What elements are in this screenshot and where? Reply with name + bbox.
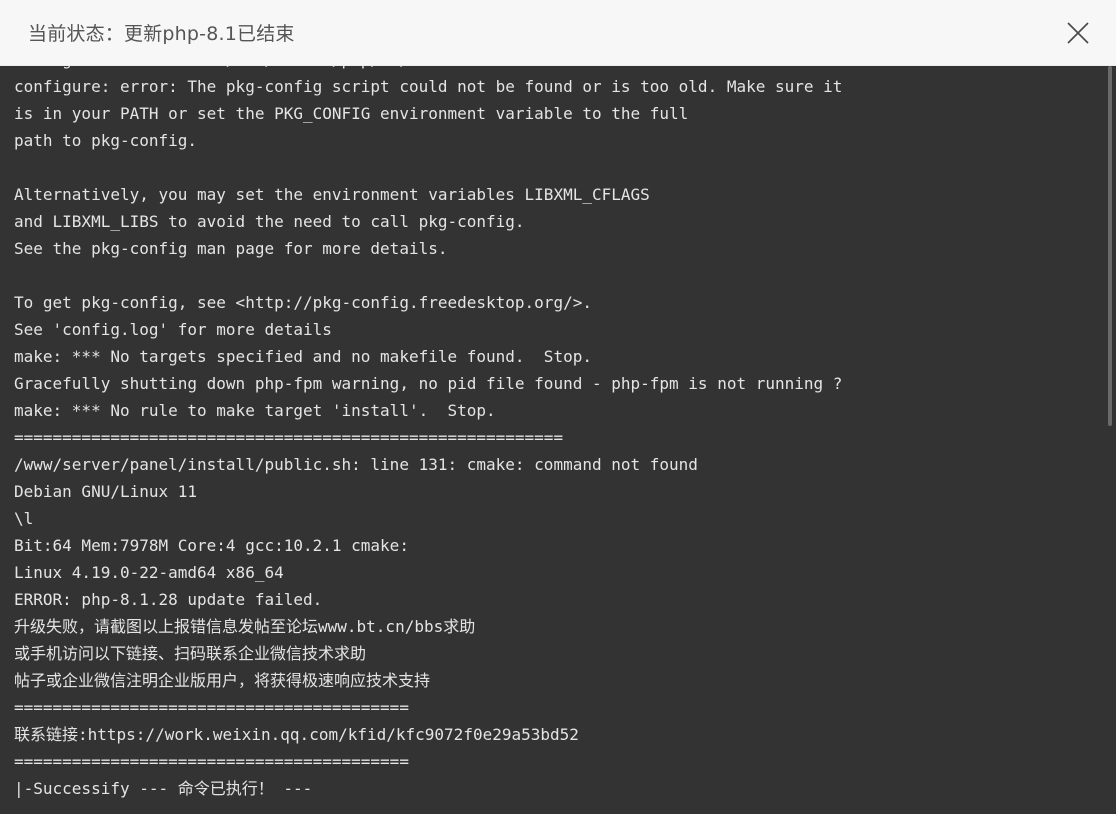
- dialog-header: 当前状态：更新php-8.1已结束: [0, 0, 1116, 66]
- close-icon: [1065, 20, 1091, 46]
- terminal-line: ========================================…: [14, 698, 409, 717]
- terminal-line: See the pkg-config man page for more det…: [14, 239, 448, 258]
- vertical-scrollbar-thumb[interactable]: [1108, 66, 1112, 426]
- terminal-line: 升级失败，请截图以上报错信息发帖至论坛www.bt.cn/bbs求助: [14, 617, 476, 636]
- terminal-line-list: configure: error: in `/www/server/php/81…: [0, 46, 1102, 802]
- close-button[interactable]: [1050, 0, 1106, 66]
- terminal-line: 帖子或企业微信注明企业版用户，将获得极速响应技术支持: [14, 671, 431, 690]
- terminal-line: \l: [14, 509, 34, 528]
- terminal-line: Linux 4.19.0-22-amd64 x86_64: [14, 563, 284, 582]
- terminal-line: 或手机访问以下链接、扫码联系企业微信技术求助: [14, 644, 367, 663]
- vertical-scrollbar-track[interactable]: [1102, 66, 1116, 814]
- terminal-line: To get pkg-config, see <http://pkg-confi…: [14, 293, 592, 312]
- terminal-line: path to pkg-config.: [14, 131, 198, 150]
- terminal-line: ERROR: php-8.1.28 update failed.: [14, 590, 323, 609]
- terminal-line: /www/server/panel/install/public.sh: lin…: [14, 455, 698, 474]
- terminal-line: 联系链接:https://work.weixin.qq.com/kfid/kfc…: [14, 725, 579, 744]
- terminal-line: make: *** No targets specified and no ma…: [14, 347, 592, 366]
- dialog-title: 当前状态：更新php-8.1已结束: [28, 23, 295, 45]
- terminal-line: Bit:64 Mem:7978M Core:4 gcc:10.2.1 cmake…: [14, 536, 409, 555]
- terminal-line: Alternatively, you may set the environme…: [14, 185, 650, 204]
- terminal-line: make: *** No rule to make target 'instal…: [14, 401, 496, 420]
- terminal-line: and LIBXML_LIBS to avoid the need to cal…: [14, 212, 525, 231]
- terminal-line: configure: error: The pkg-config script …: [14, 77, 843, 96]
- terminal-line: Debian GNU/Linux 11: [14, 482, 198, 501]
- terminal-line: Gracefully shutting down php-fpm warning…: [14, 374, 843, 393]
- terminal-output-panel[interactable]: configure: error: in `/www/server/php/81…: [0, 0, 1116, 814]
- terminal-line: ========================================…: [14, 752, 409, 771]
- update-status-dialog: configure: error: in `/www/server/php/81…: [0, 0, 1116, 814]
- terminal-line: is in your PATH or set the PKG_CONFIG en…: [14, 104, 689, 123]
- terminal-line: ========================================…: [14, 428, 564, 447]
- terminal-line: See 'config.log' for more details: [14, 320, 332, 339]
- terminal-line: |-Successify --- 命令已执行！ ---: [14, 779, 313, 798]
